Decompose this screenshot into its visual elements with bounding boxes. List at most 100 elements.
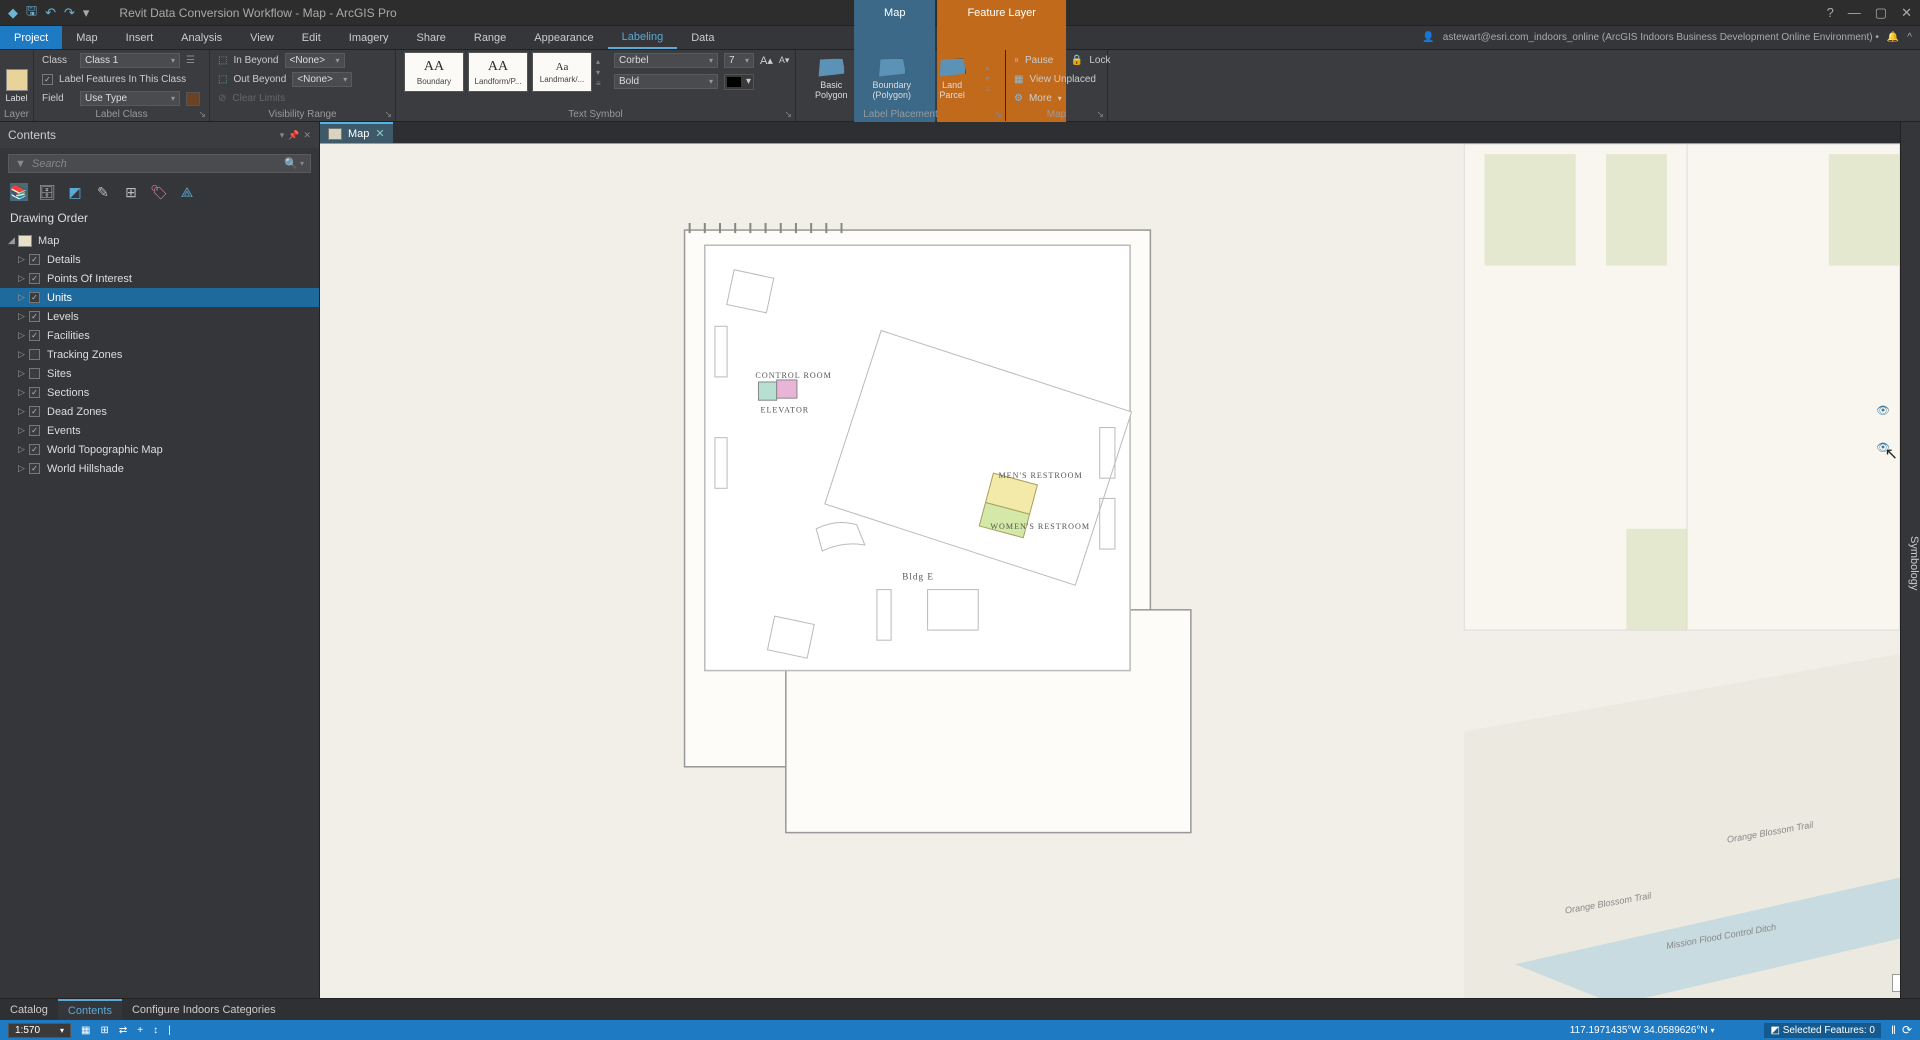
list-snapping-icon[interactable]: ⊞ (122, 183, 140, 201)
placement-land-parcel[interactable]: Land Parcel (925, 54, 979, 104)
undo-icon[interactable]: ↶ (45, 5, 56, 21)
layer-checkbox[interactable]: ✓ (29, 387, 40, 398)
layer-item-facilities[interactable]: ▷✓Facilities (0, 326, 319, 345)
layer-checkbox[interactable]: ✓ (29, 463, 40, 474)
font-select[interactable]: Corbel▾ (614, 53, 718, 68)
contents-search-input[interactable]: ▼ Search 🔍 ▾ (8, 154, 311, 173)
qat-more-icon[interactable]: ▾ (83, 5, 90, 21)
layer-checkbox[interactable]: ✓ (29, 406, 40, 417)
layer-checkbox[interactable] (29, 349, 40, 360)
layer-checkbox[interactable]: ✓ (29, 254, 40, 265)
ribbon-tab-insert[interactable]: Insert (112, 26, 168, 49)
sql-button[interactable] (186, 92, 200, 106)
placement-basic-polygon[interactable]: Basic Polygon (804, 54, 858, 104)
ribbon-tab-view[interactable]: View (236, 26, 288, 49)
ribbon-tab-data[interactable]: Data (677, 26, 728, 49)
ribbon-tab-map[interactable]: Map (62, 26, 111, 49)
list-labeling-icon[interactable]: 🏷 (150, 183, 168, 201)
ribbon-tab-analysis[interactable]: Analysis (167, 26, 236, 49)
layer-item-details[interactable]: ▷✓Details (0, 250, 319, 269)
status-icon-4[interactable]: + (137, 1025, 143, 1036)
list-selection-icon[interactable]: ◩ (66, 183, 84, 201)
text-symbol-launcher[interactable]: ↘ (784, 109, 792, 120)
increase-size-icon[interactable]: A▴ (760, 54, 773, 67)
list-editing-icon[interactable]: ✎ (94, 183, 112, 201)
layer-item-events[interactable]: ▷✓Events (0, 421, 319, 440)
class-menu-icon[interactable]: ☰ (186, 55, 195, 66)
layer-checkbox[interactable]: ✓ (29, 292, 40, 303)
ribbon-tab-project[interactable]: Project (0, 26, 62, 49)
label-placement-launcher[interactable]: ↘ (994, 109, 1002, 120)
map-group-launcher[interactable]: ↘ (1096, 109, 1104, 120)
layer-item-world-topographic-map[interactable]: ▷✓World Topographic Map (0, 440, 319, 459)
user-text[interactable]: astewart@esri.com_indoors_online (ArcGIS… (1443, 32, 1879, 43)
visibility-launcher[interactable]: ↘ (384, 109, 392, 120)
lock-button[interactable]: Lock (1089, 55, 1110, 66)
close-icon[interactable]: ✕ (1901, 5, 1912, 21)
layer-item-dead-zones[interactable]: ▷✓Dead Zones (0, 402, 319, 421)
list-perspective-icon[interactable]: ⟁ (178, 183, 196, 201)
color-picker[interactable]: ▾ (724, 74, 754, 90)
bottom-tab-contents[interactable]: Contents (58, 999, 122, 1020)
user-icon[interactable]: 👤 (1422, 32, 1434, 43)
pause-draw-icon[interactable]: ‖ (1891, 1023, 1896, 1037)
label-class-launcher[interactable]: ↘ (198, 109, 206, 120)
list-source-icon[interactable]: 🗄 (38, 183, 56, 201)
text-style-landmark[interactable]: AaLandmark/... (532, 52, 592, 92)
map-tool-icon-1[interactable]: 👁 (1876, 404, 1890, 417)
save-icon[interactable]: 🖫 (26, 2, 37, 24)
out-beyond-select[interactable]: <None>▾ (292, 72, 352, 87)
notifications-icon[interactable]: 🔔 (1887, 32, 1899, 43)
layer-item-world-hillshade[interactable]: ▷✓World Hillshade (0, 459, 319, 478)
font-weight-select[interactable]: Bold▾ (614, 74, 718, 89)
placement-gallery-expand-icon[interactable]: ▴▾≡ (985, 63, 997, 94)
layer-item-units[interactable]: ▷✓Units (0, 288, 319, 307)
ribbon-tab-range[interactable]: Range (460, 26, 520, 49)
layer-checkbox[interactable] (29, 368, 40, 379)
font-size-select[interactable]: 7▾ (724, 53, 754, 68)
status-icon-2[interactable]: ⊞ (101, 1025, 109, 1036)
field-select[interactable]: Use Type▾ (80, 91, 180, 106)
pane-pin-icon[interactable]: 📌 (288, 130, 299, 141)
minimize-icon[interactable]: — (1848, 5, 1861, 21)
symbology-tab[interactable]: Symbology (1900, 122, 1920, 998)
text-symbol-gallery[interactable]: AABoundary AALandform/P... AaLandmark/..… (404, 52, 608, 92)
bottom-tab-catalog[interactable]: Catalog (0, 999, 58, 1020)
ribbon-tab-share[interactable]: Share (403, 26, 460, 49)
label-features-checkbox[interactable]: ✓ (42, 74, 53, 85)
map-svg[interactable]: Orange Blossom Trail Orange Blossom Trai… (320, 144, 1920, 998)
view-tab-map[interactable]: Map ✕ (320, 122, 393, 143)
map-canvas[interactable]: Orange Blossom Trail Orange Blossom Trai… (320, 144, 1920, 998)
layer-checkbox[interactable]: ✓ (29, 444, 40, 455)
text-style-landform[interactable]: AALandform/P... (468, 52, 528, 92)
ribbon-tab-imagery[interactable]: Imagery (335, 26, 403, 49)
layer-item-levels[interactable]: ▷✓Levels (0, 307, 319, 326)
app-icon[interactable]: ◆ (8, 5, 18, 21)
in-beyond-select[interactable]: <None>▾ (285, 53, 345, 68)
layer-item-sections[interactable]: ▷✓Sections (0, 383, 319, 402)
ribbon-tab-appearance[interactable]: Appearance (520, 26, 607, 49)
status-icon-1[interactable]: ▦ (81, 1025, 90, 1036)
placement-boundary-polygon[interactable]: Boundary (Polygon) (864, 54, 918, 104)
more-button[interactable]: More (1029, 93, 1052, 104)
ribbon-tab-edit[interactable]: Edit (288, 26, 335, 49)
collapse-ribbon-icon[interactable]: ^ (1907, 32, 1912, 43)
layer-checkbox[interactable]: ✓ (29, 273, 40, 284)
bottom-tab-configure[interactable]: Configure Indoors Categories (122, 999, 286, 1020)
gallery-expand-icon[interactable]: ▴▾≡ (596, 57, 608, 88)
status-coordinates[interactable]: 117.1971435°W 34.0589626°N ▾ (1570, 1025, 1715, 1036)
pane-close-icon[interactable]: ✕ (303, 130, 311, 141)
selected-features-status[interactable]: ◩ Selected Features: 0 (1764, 1023, 1881, 1038)
class-select[interactable]: Class 1▾ (80, 53, 180, 68)
layer-item-points-of-interest[interactable]: ▷✓Points Of Interest (0, 269, 319, 288)
decrease-size-icon[interactable]: A▾ (779, 55, 790, 66)
search-filter-icon[interactable]: ▼ (15, 158, 26, 170)
pause-button[interactable]: Pause (1025, 55, 1053, 66)
layer-checkbox[interactable]: ✓ (29, 330, 40, 341)
pane-dropdown-icon[interactable]: ▾ (280, 130, 285, 141)
redo-icon[interactable]: ↷ (64, 5, 75, 21)
layer-item-tracking-zones[interactable]: ▷Tracking Zones (0, 345, 319, 364)
status-icon-3[interactable]: ⇄ (119, 1025, 127, 1036)
layer-checkbox[interactable]: ✓ (29, 311, 40, 322)
list-drawing-order-icon[interactable]: 📚 (10, 183, 28, 201)
